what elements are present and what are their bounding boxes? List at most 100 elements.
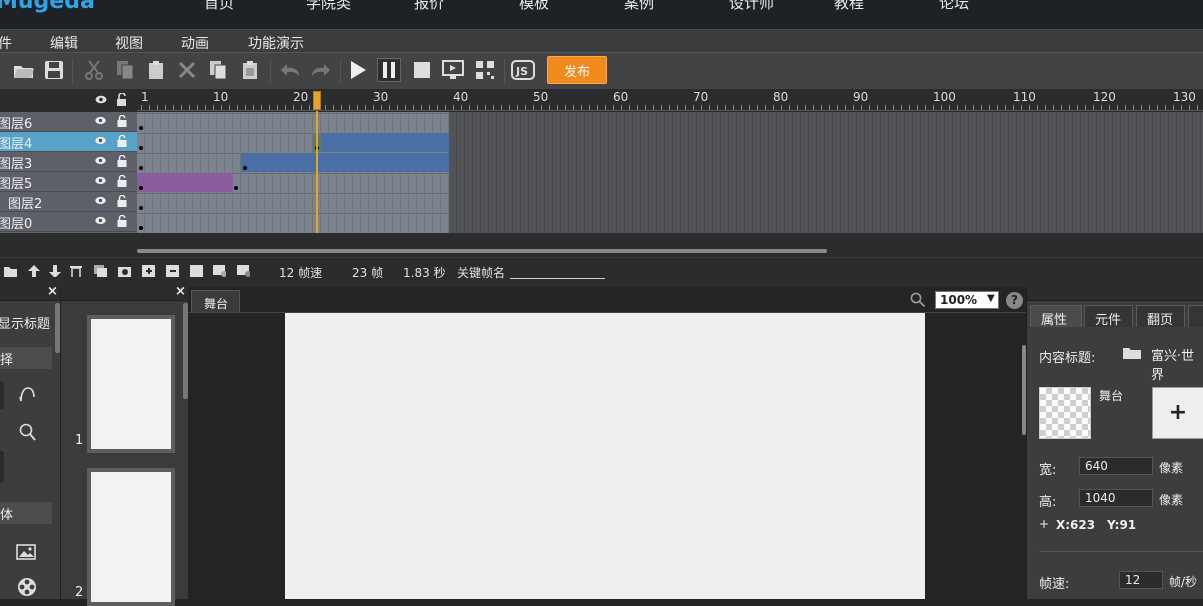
lock-icon[interactable] [117, 155, 128, 167]
eye-icon[interactable] [95, 116, 106, 125]
lock-icon[interactable] [117, 135, 128, 147]
fps-input[interactable]: 12 [1119, 571, 1163, 589]
keyframe-dot[interactable] [243, 166, 247, 170]
width-input[interactable]: 640 [1079, 457, 1153, 475]
eye-icon[interactable] [95, 95, 107, 104]
paste-in-place-icon[interactable] [238, 58, 262, 82]
keyframe-dot[interactable] [139, 186, 143, 190]
delete-layer-icon[interactable] [70, 265, 83, 277]
stop-icon[interactable] [410, 58, 434, 82]
camera-icon[interactable] [118, 265, 131, 277]
script-js-icon[interactable]: JS [511, 58, 535, 82]
tab-properties[interactable]: 属性 [1030, 305, 1082, 328]
play-icon[interactable] [346, 58, 370, 82]
keyframe-name-input[interactable] [510, 265, 605, 279]
eye-icon[interactable] [95, 216, 106, 225]
keyframe-dot[interactable] [234, 186, 238, 190]
delete-icon[interactable] [175, 58, 199, 82]
keyframe-dot[interactable] [139, 146, 143, 150]
keyframe-dot[interactable] [139, 206, 143, 210]
layer-row[interactable]: 图层2 [0, 192, 137, 212]
nav-home[interactable]: 首页 [204, 0, 234, 13]
duplicate-icon[interactable] [206, 58, 230, 82]
nav-academy[interactable]: 学院类 [306, 0, 351, 13]
menu-file[interactable]: 件 [0, 33, 12, 53]
stage-canvas[interactable] [285, 313, 925, 599]
lasso-icon[interactable] [18, 385, 36, 403]
publish-button[interactable]: 发布 [547, 56, 607, 84]
keyframe-dot[interactable] [139, 126, 143, 130]
new-folder-icon[interactable] [4, 265, 17, 277]
move-layer-up-icon[interactable] [28, 265, 41, 277]
help-icon[interactable]: ? [1006, 292, 1023, 309]
preview-icon[interactable] [441, 58, 465, 82]
lock-icon[interactable] [117, 115, 128, 127]
nav-tutorials[interactable]: 教程 [834, 0, 864, 13]
tween-bar-layer5[interactable] [137, 173, 233, 192]
menu-view[interactable]: 视图 [115, 33, 143, 53]
nav-cases[interactable]: 案例 [624, 0, 654, 13]
keyframe-dot[interactable] [139, 166, 143, 170]
timeline-ruler[interactable]: 1 10 20 30 40 50 60 70 80 90 100 110 120 130 [137, 89, 1203, 111]
redo-icon[interactable] [309, 58, 333, 82]
eye-icon[interactable] [95, 176, 106, 185]
stage-tab[interactable]: 舞台 [191, 290, 240, 312]
stage-background-swatch[interactable] [1039, 387, 1091, 439]
nav-forum[interactable]: 论坛 [939, 0, 969, 13]
pause-icon[interactable] [377, 58, 401, 82]
zoom-select[interactable]: 100% ▼ [935, 291, 999, 309]
layer-row[interactable]: 图层4 [0, 132, 137, 152]
add-frame-icon[interactable] [142, 265, 155, 277]
nav-pricing[interactable]: 报价 [414, 0, 444, 13]
cut-icon[interactable] [82, 58, 106, 82]
qrcode-icon[interactable] [473, 58, 497, 82]
video-reel-icon[interactable] [17, 577, 37, 597]
image-icon[interactable] [16, 544, 36, 560]
keyframe-dot[interactable] [139, 226, 143, 230]
height-input[interactable]: 1040 [1079, 489, 1153, 507]
save-icon[interactable] [42, 58, 66, 82]
eye-icon[interactable] [95, 156, 106, 165]
tween-bar-layer4[interactable] [321, 133, 449, 152]
select-section[interactable]: 择 [0, 347, 52, 369]
blank-keyframe-icon[interactable] [190, 265, 203, 277]
add-background-button[interactable]: + [1152, 387, 1203, 439]
media-section[interactable]: 体 [0, 502, 52, 524]
page-thumbnail[interactable] [87, 315, 175, 453]
open-folder-icon[interactable] [12, 58, 36, 82]
lock-icon[interactable] [117, 195, 128, 207]
zoom-icon[interactable] [19, 423, 36, 441]
menu-edit[interactable]: 编辑 [50, 33, 78, 53]
tool-slot[interactable] [0, 451, 4, 483]
lock-icon[interactable] [117, 175, 128, 187]
folder-icon[interactable] [1123, 345, 1141, 359]
close-icon[interactable]: × [47, 284, 58, 299]
copy-icon[interactable] [113, 58, 137, 82]
lock-icon[interactable] [117, 215, 128, 227]
site-logo[interactable]: Mugeda [0, 0, 95, 14]
keyframe-icon[interactable] [213, 265, 226, 277]
eye-icon[interactable] [95, 196, 106, 205]
menu-feature-demo[interactable]: 功能演示 [248, 33, 304, 53]
layer-row[interactable]: 图层6 [0, 112, 137, 132]
tab-more[interactable] [1188, 305, 1203, 327]
tab-page-turn[interactable]: 翻页 [1136, 305, 1185, 328]
menu-animation[interactable]: 动画 [181, 33, 209, 53]
tween-bar-layer3[interactable] [241, 153, 449, 172]
tab-symbols[interactable]: 元件 [1084, 305, 1133, 328]
move-layer-down-icon[interactable] [49, 265, 62, 277]
eye-icon[interactable] [95, 136, 106, 145]
tool-slot[interactable] [0, 381, 4, 409]
layer-row[interactable]: 图层0 [0, 212, 137, 232]
layer-row[interactable]: 图层5 [0, 172, 137, 192]
paste-icon[interactable] [144, 58, 168, 82]
lock-icon[interactable] [116, 93, 128, 106]
remove-frame-icon[interactable] [166, 265, 179, 277]
layer-row[interactable]: 图层3 [0, 152, 137, 172]
page-thumbnail[interactable] [87, 468, 175, 606]
clear-keyframe-icon[interactable] [237, 265, 250, 277]
content-title-value[interactable]: 富兴·世界 [1151, 345, 1203, 383]
timeline-scrollbar[interactable] [137, 249, 827, 253]
copy-layer-icon[interactable] [94, 265, 107, 277]
search-icon[interactable] [910, 292, 926, 308]
